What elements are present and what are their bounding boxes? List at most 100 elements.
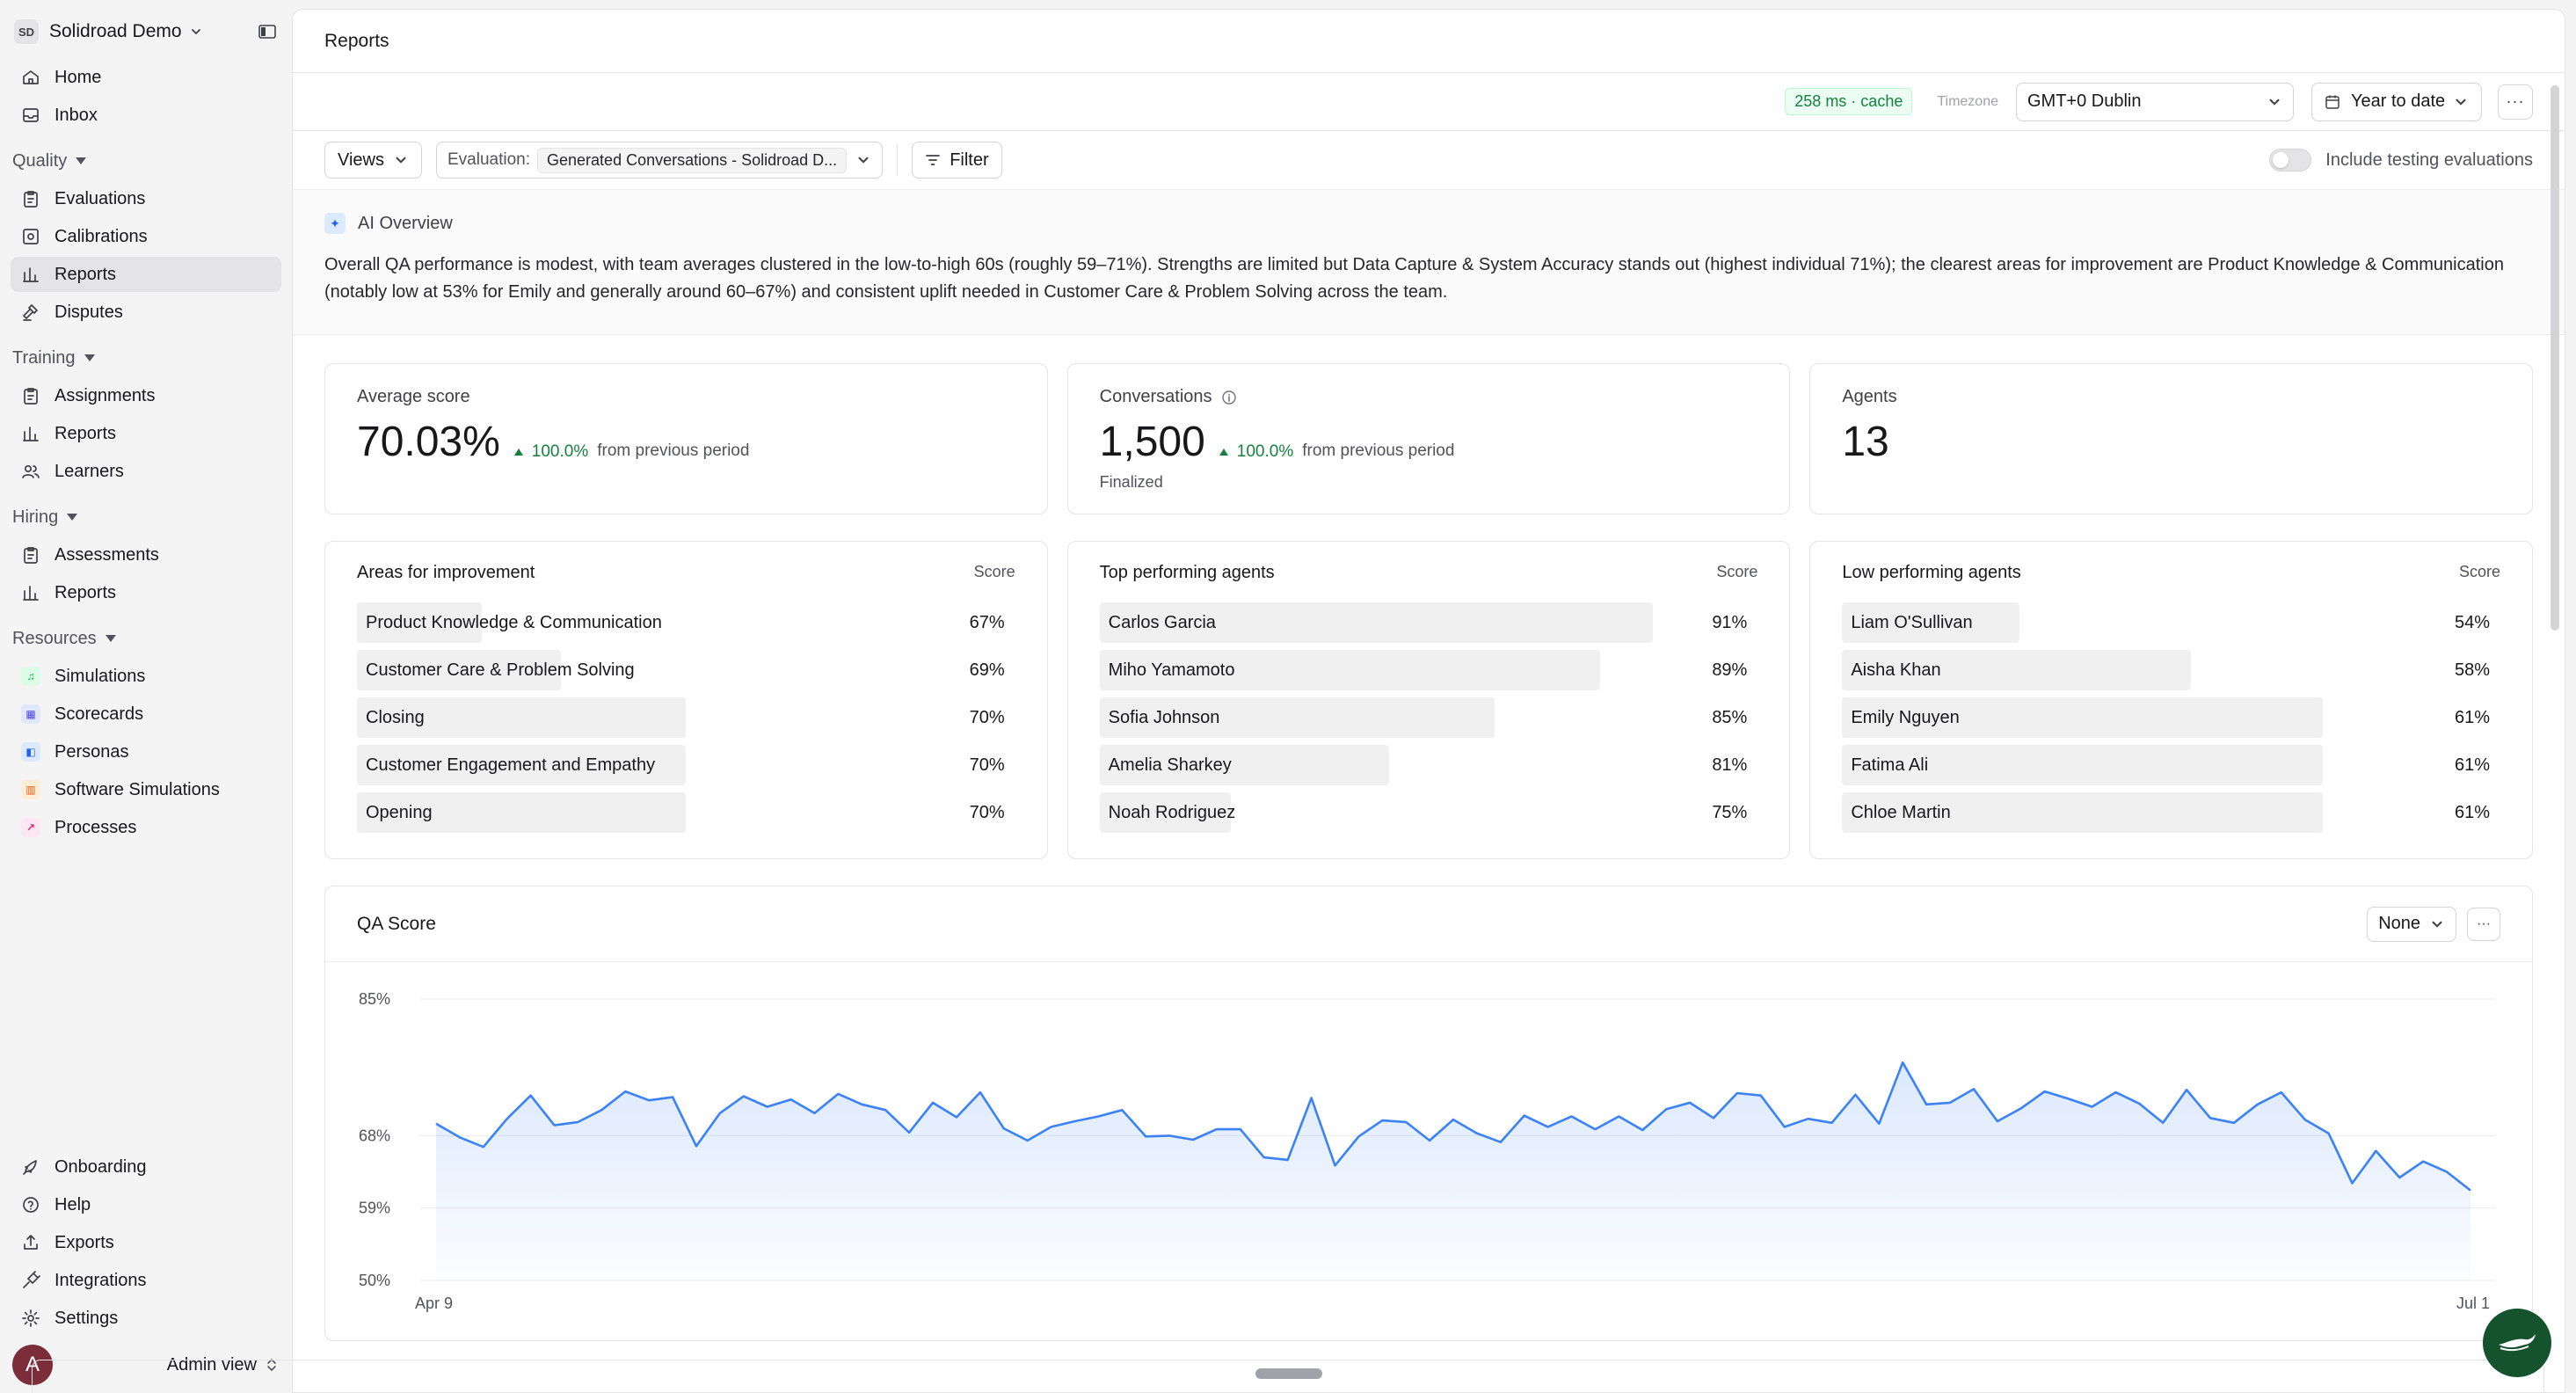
data-point[interactable] [666, 1091, 679, 1104]
data-point[interactable] [2133, 1098, 2145, 1110]
sidebar-item-reports[interactable]: Reports [11, 257, 281, 292]
sidebar-item-learners[interactable]: Learners [11, 454, 281, 489]
data-point[interactable] [809, 1107, 821, 1120]
sidebar-item-processes[interactable]: ↗ Processes [11, 810, 281, 845]
views-dropdown[interactable]: Views [324, 142, 422, 179]
sidebar-item-integrations[interactable]: Integrations [11, 1263, 281, 1298]
chart-more-button[interactable]: ··· [2467, 907, 2500, 941]
data-point[interactable] [1352, 1130, 1364, 1142]
data-point[interactable] [1400, 1116, 1412, 1128]
data-point[interactable] [1612, 1110, 1625, 1122]
data-point[interactable] [2464, 1185, 2477, 1197]
list-item[interactable]: Aisha Khan 58% [1842, 650, 2500, 690]
date-range-button[interactable]: Year to date [2311, 82, 2482, 121]
sidebar-item-scorecards[interactable]: ▦ Scorecards [11, 696, 281, 732]
list-item[interactable]: Liam O'Sullivan 54% [1842, 602, 2500, 643]
data-point[interactable] [2109, 1086, 2121, 1098]
data-point[interactable] [1282, 1154, 1294, 1166]
data-point[interactable] [950, 1111, 963, 1123]
sidebar-item-evaluations[interactable]: Evaluations [11, 181, 281, 216]
data-point[interactable] [2015, 1102, 2027, 1114]
sidebar-item-reports[interactable]: Reports [11, 416, 281, 451]
list-item[interactable]: Product Knowledge & Communication 67% [357, 602, 1015, 643]
sidebar-item-disputes[interactable]: Disputes [11, 295, 281, 330]
data-point[interactable] [1092, 1110, 1104, 1122]
sidebar-item-home[interactable]: Home [11, 60, 281, 95]
data-point[interactable] [2323, 1127, 2335, 1140]
section-quality[interactable]: Quality [11, 143, 281, 179]
assistant-launcher[interactable] [2483, 1309, 2551, 1377]
list-item[interactable]: Customer Engagement and Empathy 70% [357, 745, 1015, 785]
section-resources[interactable]: Resources [11, 621, 281, 656]
data-point[interactable] [1707, 1112, 1720, 1124]
sidebar-item-inbox[interactable]: Inbox [11, 98, 281, 133]
sidebar-item-calibrations[interactable]: Calibrations [11, 219, 281, 254]
org-switcher[interactable]: SD Solidroad Demo [11, 16, 281, 47]
data-point[interactable] [927, 1097, 939, 1109]
data-point[interactable] [855, 1098, 868, 1111]
data-point[interactable] [1471, 1127, 1483, 1140]
list-item[interactable]: Closing 70% [357, 697, 1015, 738]
data-point[interactable] [1045, 1120, 1058, 1133]
data-point[interactable] [1991, 1115, 2004, 1127]
data-point[interactable] [1873, 1118, 1885, 1130]
data-point[interactable] [1376, 1114, 1388, 1127]
data-point[interactable] [2252, 1098, 2264, 1111]
data-point[interactable] [1328, 1159, 1341, 1171]
data-point[interactable] [643, 1094, 655, 1106]
data-point[interactable] [501, 1112, 513, 1125]
list-item[interactable]: Opening 70% [357, 792, 1015, 833]
evaluation-select[interactable]: Evaluation: Generated Conversations - So… [436, 142, 884, 179]
data-point[interactable] [1139, 1130, 1152, 1142]
include-testing-toggle[interactable] [2269, 149, 2312, 171]
data-point[interactable] [1849, 1089, 1861, 1101]
data-point[interactable] [1920, 1098, 1932, 1111]
data-point[interactable] [1944, 1097, 1956, 1109]
sidebar-item-personas[interactable]: ◧ Personas [11, 734, 281, 769]
sidebar-item-exports[interactable]: Exports [11, 1225, 281, 1260]
data-point[interactable] [1423, 1134, 1436, 1147]
data-point[interactable] [1518, 1110, 1531, 1122]
data-point[interactable] [1636, 1124, 1648, 1136]
data-point[interactable] [1542, 1120, 1554, 1133]
data-point[interactable] [1068, 1115, 1081, 1127]
list-item[interactable]: Fatima Ali 61% [1842, 745, 2500, 785]
data-point[interactable] [454, 1131, 466, 1143]
data-point[interactable] [1755, 1090, 1767, 1102]
data-point[interactable] [2346, 1177, 2358, 1189]
data-point[interactable] [1258, 1151, 1270, 1163]
data-point[interactable] [1826, 1117, 1838, 1129]
data-point[interactable] [2228, 1117, 2240, 1129]
data-point[interactable] [1163, 1129, 1175, 1141]
data-point[interactable] [974, 1086, 986, 1098]
list-item[interactable]: Sofia Johnson 85% [1099, 697, 1758, 738]
data-point[interactable] [2180, 1083, 2193, 1096]
data-point[interactable] [903, 1127, 915, 1139]
data-point[interactable] [2369, 1145, 2382, 1157]
data-point[interactable] [1968, 1083, 1980, 1095]
sidebar-item-software-simulations[interactable]: ▥ Software Simulations [11, 772, 281, 807]
data-point[interactable] [2441, 1166, 2453, 1178]
list-item[interactable]: Customer Care & Problem Solving 69% [357, 650, 1015, 690]
info-icon[interactable] [1221, 390, 1237, 405]
vertical-scrollbar[interactable] [2551, 85, 2559, 631]
data-point[interactable] [690, 1140, 702, 1152]
data-point[interactable] [1896, 1056, 1909, 1068]
list-item[interactable]: Carlos Garcia 91% [1099, 602, 1758, 643]
data-point[interactable] [2157, 1117, 2169, 1129]
data-point[interactable] [1116, 1104, 1128, 1116]
data-point[interactable] [832, 1088, 844, 1100]
data-point[interactable] [998, 1122, 1010, 1134]
filter-button[interactable]: Filter [912, 142, 1002, 179]
section-hiring[interactable]: Hiring [11, 500, 281, 535]
data-point[interactable] [2039, 1085, 2051, 1098]
list-item[interactable]: Emily Nguyen 61% [1842, 697, 2500, 738]
list-item[interactable]: Chloe Martin 61% [1842, 792, 2500, 833]
data-point[interactable] [525, 1090, 537, 1102]
sidebar-item-reports[interactable]: Reports [11, 575, 281, 610]
sidebar-item-assessments[interactable]: Assessments [11, 537, 281, 573]
data-point[interactable] [1566, 1110, 1578, 1122]
data-point[interactable] [1731, 1087, 1743, 1099]
data-point[interactable] [1660, 1103, 1672, 1115]
data-point[interactable] [738, 1090, 750, 1103]
